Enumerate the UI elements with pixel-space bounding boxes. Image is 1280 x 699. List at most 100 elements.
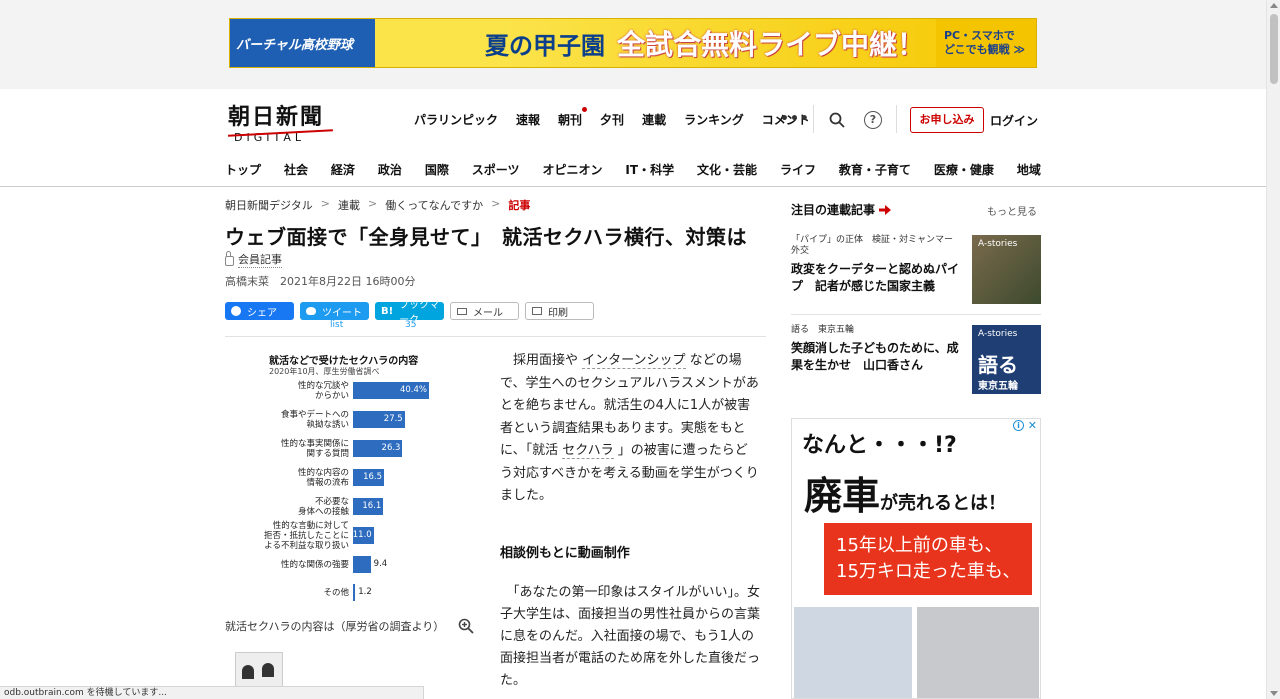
- tweet-count[interactable]: list: [330, 320, 370, 330]
- tweet-label: ツイート: [322, 307, 362, 319]
- ad-close-icon[interactable]: ✕: [1028, 419, 1037, 432]
- chart-category-label: 食事やデートへの 執拗な誘い: [280, 409, 349, 430]
- sidebar-kicker: 「パイプ」の正体 検証・対ミャンマー外交: [791, 235, 954, 256]
- nav-politics[interactable]: 政治: [378, 161, 402, 178]
- article-paragraph: 「あなたの第一印象はスタイルがいい」。女子大学生は、面接担当の男性社員からの言葉…: [500, 582, 762, 692]
- ad-line2-small: が売れるとは！: [880, 493, 1007, 514]
- nav-society[interactable]: 社会: [284, 161, 308, 178]
- nav-it-science[interactable]: IT・科学: [625, 161, 674, 178]
- nav-sports[interactable]: スポーツ: [472, 161, 520, 178]
- sidebar-ad[interactable]: i ✕ なんと・・・!? 廃車が売れるとは！ 15年以上前の車も、 15万キロ走…: [791, 418, 1041, 699]
- chart-category-label: 性的な言動に対して 拒否・抵抗したことに よる不利益な取り扱い: [263, 520, 349, 551]
- breadcrumb: 朝日新聞デジタル > 連載 > 働くってなんですか > 記事: [225, 197, 530, 213]
- body-text: 採用面接や: [513, 353, 579, 368]
- print-label: 印刷: [548, 307, 568, 319]
- login-link[interactable]: ログイン: [990, 112, 1038, 129]
- chart-category-label: 不必要な 身体への接触: [297, 496, 349, 517]
- figure-caption: 就活セクハラの内容は（厚労省の調査より）: [225, 620, 445, 633]
- print-button[interactable]: 印刷: [525, 302, 594, 320]
- logo-main: 朝日新聞: [228, 104, 325, 130]
- chart-category-label: その他: [323, 587, 349, 598]
- scroll-down-icon[interactable]: [1270, 691, 1278, 696]
- internship-link[interactable]: インターンシップ: [582, 353, 686, 369]
- sidebar-thumbnail[interactable]: A-stories: [972, 235, 1041, 304]
- breadcrumb-separator: >: [491, 197, 501, 210]
- sidebar-thumbnail[interactable]: A-stories 語る 東京五輪: [972, 325, 1041, 394]
- chart-category-label: 性的な事実関係に 関する質問: [280, 438, 349, 459]
- site-logo[interactable]: 朝日新聞 DIGITAL: [228, 99, 338, 144]
- ad-banner[interactable]: バーチャル高校野球 夏の甲子園 全試合無料ライブ中継！ PC・スマホで どこでも…: [229, 18, 1037, 68]
- ad-banner-right-line1: PC・スマホで: [944, 29, 1015, 42]
- topnav-evening[interactable]: 夕刊: [600, 111, 624, 128]
- nav-life[interactable]: ライフ: [780, 161, 816, 178]
- thumb-big-text: 語る: [978, 353, 1018, 377]
- thumb-label: A-stories: [978, 329, 1018, 339]
- help-icon[interactable]: ?: [864, 111, 882, 129]
- subscribe-button[interactable]: お申し込み: [910, 107, 984, 133]
- chart-bar: [353, 584, 356, 601]
- scroll-up-icon[interactable]: [1270, 3, 1278, 8]
- chart-value-label: 16.1: [362, 501, 382, 511]
- mail-button[interactable]: メール: [450, 302, 519, 320]
- nav-education[interactable]: 教育・子育て: [839, 161, 911, 178]
- more-menu-icon[interactable]: •••: [780, 111, 810, 127]
- car-image: [917, 607, 1039, 698]
- share-buttons: シェア ツイート B! ブックマーク メール 印刷: [225, 300, 594, 326]
- topnav-ranking[interactable]: ランキング: [684, 111, 744, 128]
- sidebar-kicker: 語る 東京五輪: [791, 325, 855, 335]
- breadcrumb-item[interactable]: 連載: [338, 197, 360, 213]
- nav-economy[interactable]: 経済: [331, 161, 355, 178]
- ad-info-icon[interactable]: i: [1013, 420, 1024, 431]
- page-scrollbar[interactable]: [1266, 0, 1280, 699]
- facebook-icon: [231, 306, 241, 316]
- article-headline: ウェブ面接で「全身見せて」 就活セクハラ横行、対策は: [225, 225, 747, 249]
- breadcrumb-item[interactable]: 働くってなんですか: [385, 197, 483, 213]
- sidebar-article-title[interactable]: 笑顔消した子どものために、成果を生かせ 山口香さん: [791, 340, 963, 374]
- scrollbar-thumb[interactable]: [1270, 14, 1278, 84]
- nav-health[interactable]: 医療・健康: [934, 161, 994, 178]
- new-dot-icon: [582, 107, 588, 112]
- chart-bar: [353, 556, 371, 573]
- divider: [813, 105, 814, 133]
- search-icon[interactable]: [829, 112, 845, 128]
- zoom-in-icon[interactable]: [458, 618, 474, 634]
- byline: 高橋末菜 2021年8月22日 16時00分: [225, 275, 416, 288]
- chart-category-label: 性的な内容の 情報の流布: [297, 467, 349, 488]
- sidebar-article[interactable]: 「パイプ」の正体 検証・対ミャンマー外交 政変をクーデターと認めぬパイプ 記者が…: [791, 235, 1041, 304]
- member-badge: 会員記事: [225, 251, 282, 268]
- topnav-morning-label: 朝刊: [558, 113, 583, 127]
- nav-opinion[interactable]: オピニオン: [542, 161, 602, 178]
- sidebar-article-title[interactable]: 政変をクーデターと認めぬパイプ 記者が感じた国家主義: [791, 261, 963, 295]
- car-image: [794, 607, 912, 698]
- topnav-breaking[interactable]: 速報: [516, 111, 540, 128]
- article-paragraph: 採用面接や インターンシップ などの場で、学生へのセクシュアルハラスメントがあと…: [500, 350, 760, 508]
- thumb-label: A-stories: [978, 239, 1018, 249]
- article-figure[interactable]: 就活などで受けたセクハラの内容 2020年10月、厚生労働省調べ 性的な冗談やか…: [225, 346, 475, 614]
- nav-international[interactable]: 国際: [425, 161, 449, 178]
- divider: [225, 336, 766, 337]
- top-ad-area: バーチャル高校野球 夏の甲子園 全試合無料ライブ中継！ PC・スマホで どこでも…: [0, 0, 1266, 89]
- sekuhara-link[interactable]: セクハラ: [562, 443, 614, 459]
- see-more-link[interactable]: もっと見る: [987, 203, 1037, 218]
- facebook-share-button[interactable]: シェア: [225, 302, 294, 320]
- ad-line1: なんと・・・!?: [802, 433, 957, 458]
- breadcrumb-item[interactable]: 朝日新聞デジタル: [225, 197, 313, 213]
- person-silhouette: [262, 663, 274, 677]
- nav-region[interactable]: 地域: [1017, 161, 1041, 178]
- hatena-bookmark-button[interactable]: B! ブックマーク: [375, 300, 444, 326]
- body-text: 「あなたの第一印象はスタイルがいい」。女子大学生は、面接担当の男性社員からの言葉…: [500, 585, 761, 688]
- site-header: 朝日新聞 DIGITAL パラリンピック 速報 朝刊 夕刊 連載 ランキング コ…: [0, 89, 1266, 187]
- divider: [896, 105, 897, 133]
- tweet-button[interactable]: ツイート: [300, 302, 369, 320]
- topnav-paralympic[interactable]: パラリンピック: [414, 111, 498, 128]
- hatena-icon: B!: [381, 305, 394, 317]
- sidebar-title-label: 注目の連載記事: [791, 203, 876, 217]
- sidebar-title[interactable]: 注目の連載記事: [791, 201, 892, 218]
- topnav-morning[interactable]: 朝刊: [558, 107, 588, 128]
- hatena-count[interactable]: 35: [405, 320, 445, 330]
- nav-top[interactable]: トップ: [225, 161, 261, 178]
- sidebar-article[interactable]: 語る 東京五輪 笑顔消した子どものために、成果を生かせ 山口香さん A-stor…: [791, 325, 1041, 394]
- nav-culture[interactable]: 文化・芸能: [697, 161, 757, 178]
- facebook-share-label: シェア: [247, 307, 277, 319]
- topnav-series[interactable]: 連載: [642, 111, 666, 128]
